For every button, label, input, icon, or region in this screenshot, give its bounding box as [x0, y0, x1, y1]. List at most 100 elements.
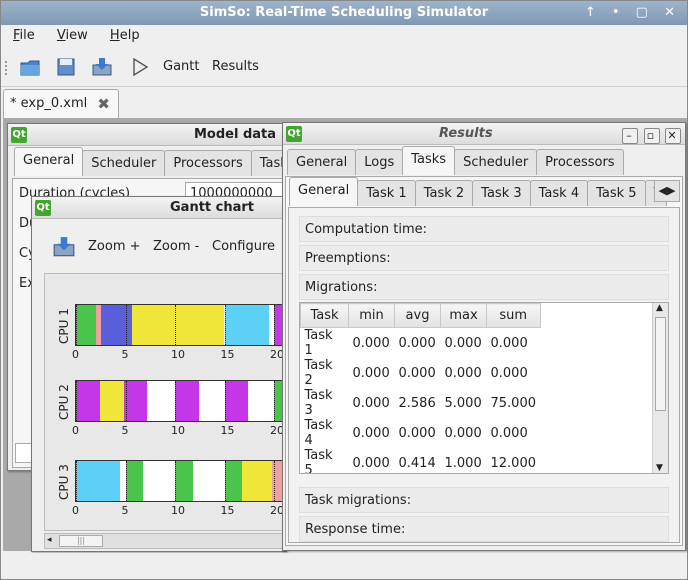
subtab-general[interactable]: General: [289, 177, 359, 206]
subtab-task-2[interactable]: Task 2: [414, 180, 474, 206]
model-data-titlebar[interactable]: Qt Model data: [8, 124, 286, 146]
configure-button[interactable]: Configure: [212, 239, 275, 254]
save-image-icon[interactable]: [52, 235, 76, 259]
gantt-job-bar[interactable]: [99, 381, 124, 421]
table-row[interactable]: Task 1 0.000 0.000 0.000 0.000: [300, 327, 540, 358]
scroll-right-icon[interactable]: ▶: [667, 184, 675, 197]
general-subpanel: Computation time: Preemptions: Migration…: [288, 207, 680, 543]
scroll-left-icon[interactable]: ◀: [659, 184, 667, 197]
scroll-up-arrow[interactable]: ▲: [656, 303, 663, 313]
table-row[interactable]: Task 4 0.000 0.000 0.000 0.000: [300, 418, 540, 448]
header-sum[interactable]: sum: [486, 303, 541, 328]
horizontal-scrollbar[interactable]: ◂ |||: [44, 533, 288, 549]
table-row[interactable]: Task 2 0.000 0.000 0.000 0.000: [300, 358, 540, 388]
tab-processors[interactable]: Processors: [164, 150, 252, 176]
save-file-icon[interactable]: [91, 57, 113, 77]
close-tab-icon[interactable]: ✖: [97, 95, 110, 113]
maximize-icon[interactable]: ▫: [643, 128, 660, 144]
subtab-task-1[interactable]: Task 1: [357, 180, 416, 206]
run-simulation-icon[interactable]: [129, 57, 151, 77]
subtab-task-4[interactable]: Task 4: [529, 180, 589, 206]
document-tab[interactable]: * exp_0.xml ✖: [3, 89, 119, 119]
scroll-down-arrow[interactable]: ▼: [656, 463, 663, 473]
open-file-icon[interactable]: [55, 57, 77, 77]
gantt-job-bar[interactable]: [76, 305, 96, 345]
header-task[interactable]: Task: [300, 303, 349, 328]
window-controls[interactable]: ↑ • ▢ ✕: [585, 1, 681, 25]
app-window: SimSo: Real-Time Scheduling Simulator ↑ …: [0, 0, 688, 580]
results-window: Qt Results – ▫ ✕ General Logs Tasks Sche…: [282, 122, 686, 551]
gantt-canvas[interactable]: CPU 1 0 5 10 15 20 CPU 2 0 5 10 15 20 CPU 3 0 5 10 15 20: [44, 273, 288, 531]
gantt-tick-label: 5: [121, 504, 129, 517]
gantt-job-bar[interactable]: [123, 381, 148, 421]
table-row[interactable]: Task 5 0.000 0.414 1.000 12.000: [300, 448, 540, 473]
table-vertical-scrollbar[interactable]: ▲ ▼: [652, 303, 668, 473]
table-row[interactable]: Task 3 0.000 2.586 5.000 75.000: [300, 388, 540, 418]
tab-scheduler[interactable]: Scheduler: [82, 150, 166, 176]
cell: 0.000: [394, 327, 441, 358]
gantt-job-bar[interactable]: [224, 305, 270, 345]
header-avg[interactable]: avg: [394, 303, 441, 328]
menubar: File View Help: [1, 25, 687, 47]
tab-scroll-arrows[interactable]: ◀▶: [654, 180, 680, 202]
gantt-job-bar[interactable]: [100, 305, 133, 345]
results-title: Results: [439, 126, 493, 141]
zoom-out-button[interactable]: Zoom -: [153, 239, 199, 254]
section-response-time[interactable]: Response time:: [299, 516, 669, 542]
gantt-titlebar[interactable]: Qt Gantt chart: [32, 197, 286, 219]
scrollbar-handle[interactable]: |||: [59, 535, 103, 547]
toolbar-grip[interactable]: [5, 61, 9, 75]
gantt-gridline: [224, 305, 226, 345]
cell: Task 5: [300, 448, 349, 473]
tasks-panel: General Task 1 Task 2 Task 3 Task 4 Task…: [285, 176, 683, 546]
migrations-table: Task min avg max sum Task 1 0.000 0.000 …: [300, 303, 541, 473]
menu-file[interactable]: File: [1, 25, 35, 47]
tab-general[interactable]: General: [287, 149, 357, 175]
section-computation-time[interactable]: Computation time:: [299, 216, 669, 242]
gantt-job-bar[interactable]: [132, 305, 225, 345]
gantt-button[interactable]: Gantt: [163, 59, 199, 74]
cpu-lane[interactable]: [75, 460, 285, 502]
tab-scheduler[interactable]: Scheduler: [454, 149, 538, 175]
tab-tasks[interactable]: Tasks: [402, 146, 456, 175]
table-header-row: Task min avg max sum: [300, 303, 541, 328]
new-folder-icon[interactable]: [19, 57, 41, 77]
gantt-gridline: [274, 305, 275, 345]
section-migrations[interactable]: Migrations:: [299, 274, 669, 300]
cell: 0.000: [440, 358, 487, 388]
gantt-job-bar[interactable]: [175, 381, 199, 421]
subtab-task-3[interactable]: Task 3: [472, 180, 531, 206]
tab-processors[interactable]: Processors: [536, 149, 624, 175]
subwindow-controls[interactable]: – ▫ ✕: [622, 125, 681, 147]
zoom-in-button[interactable]: Zoom +: [88, 239, 141, 254]
menu-help[interactable]: Help: [92, 25, 140, 47]
cpu-lane[interactable]: [75, 380, 285, 422]
gantt-gridline: [224, 461, 226, 501]
results-button[interactable]: Results: [212, 59, 259, 74]
menu-view[interactable]: View: [39, 25, 88, 47]
header-max[interactable]: max: [440, 303, 487, 328]
subtab-task-5[interactable]: Task 5: [587, 180, 646, 206]
gantt-job-bar[interactable]: [76, 381, 100, 421]
scrollbar-handle[interactable]: [655, 317, 666, 411]
results-titlebar[interactable]: Qt Results – ▫ ✕: [283, 123, 685, 145]
minimize-icon[interactable]: –: [622, 128, 638, 144]
gantt-job-bar[interactable]: [175, 461, 193, 501]
header-min[interactable]: min: [348, 303, 395, 328]
section-preemptions[interactable]: Preemptions:: [299, 245, 669, 271]
scroll-left-arrow[interactable]: ◂: [47, 535, 52, 545]
section-task-migrations[interactable]: Task migrations:: [299, 487, 669, 513]
qt-icon: Qt: [35, 200, 51, 216]
gantt-job-bar[interactable]: [76, 461, 120, 501]
gantt-job-bar[interactable]: [224, 461, 243, 501]
close-icon[interactable]: ✕: [665, 128, 681, 144]
gantt-tick-label: 5: [121, 348, 129, 361]
tab-logs[interactable]: Logs: [355, 149, 404, 175]
cpu-lane[interactable]: [75, 304, 285, 346]
gantt-job-bar[interactable]: [125, 461, 144, 501]
gantt-job-bar[interactable]: [224, 381, 249, 421]
gantt-gridline: [175, 305, 176, 345]
tab-general[interactable]: General: [14, 147, 84, 176]
gantt-gridline: [76, 381, 77, 421]
gantt-job-bar[interactable]: [242, 461, 272, 501]
